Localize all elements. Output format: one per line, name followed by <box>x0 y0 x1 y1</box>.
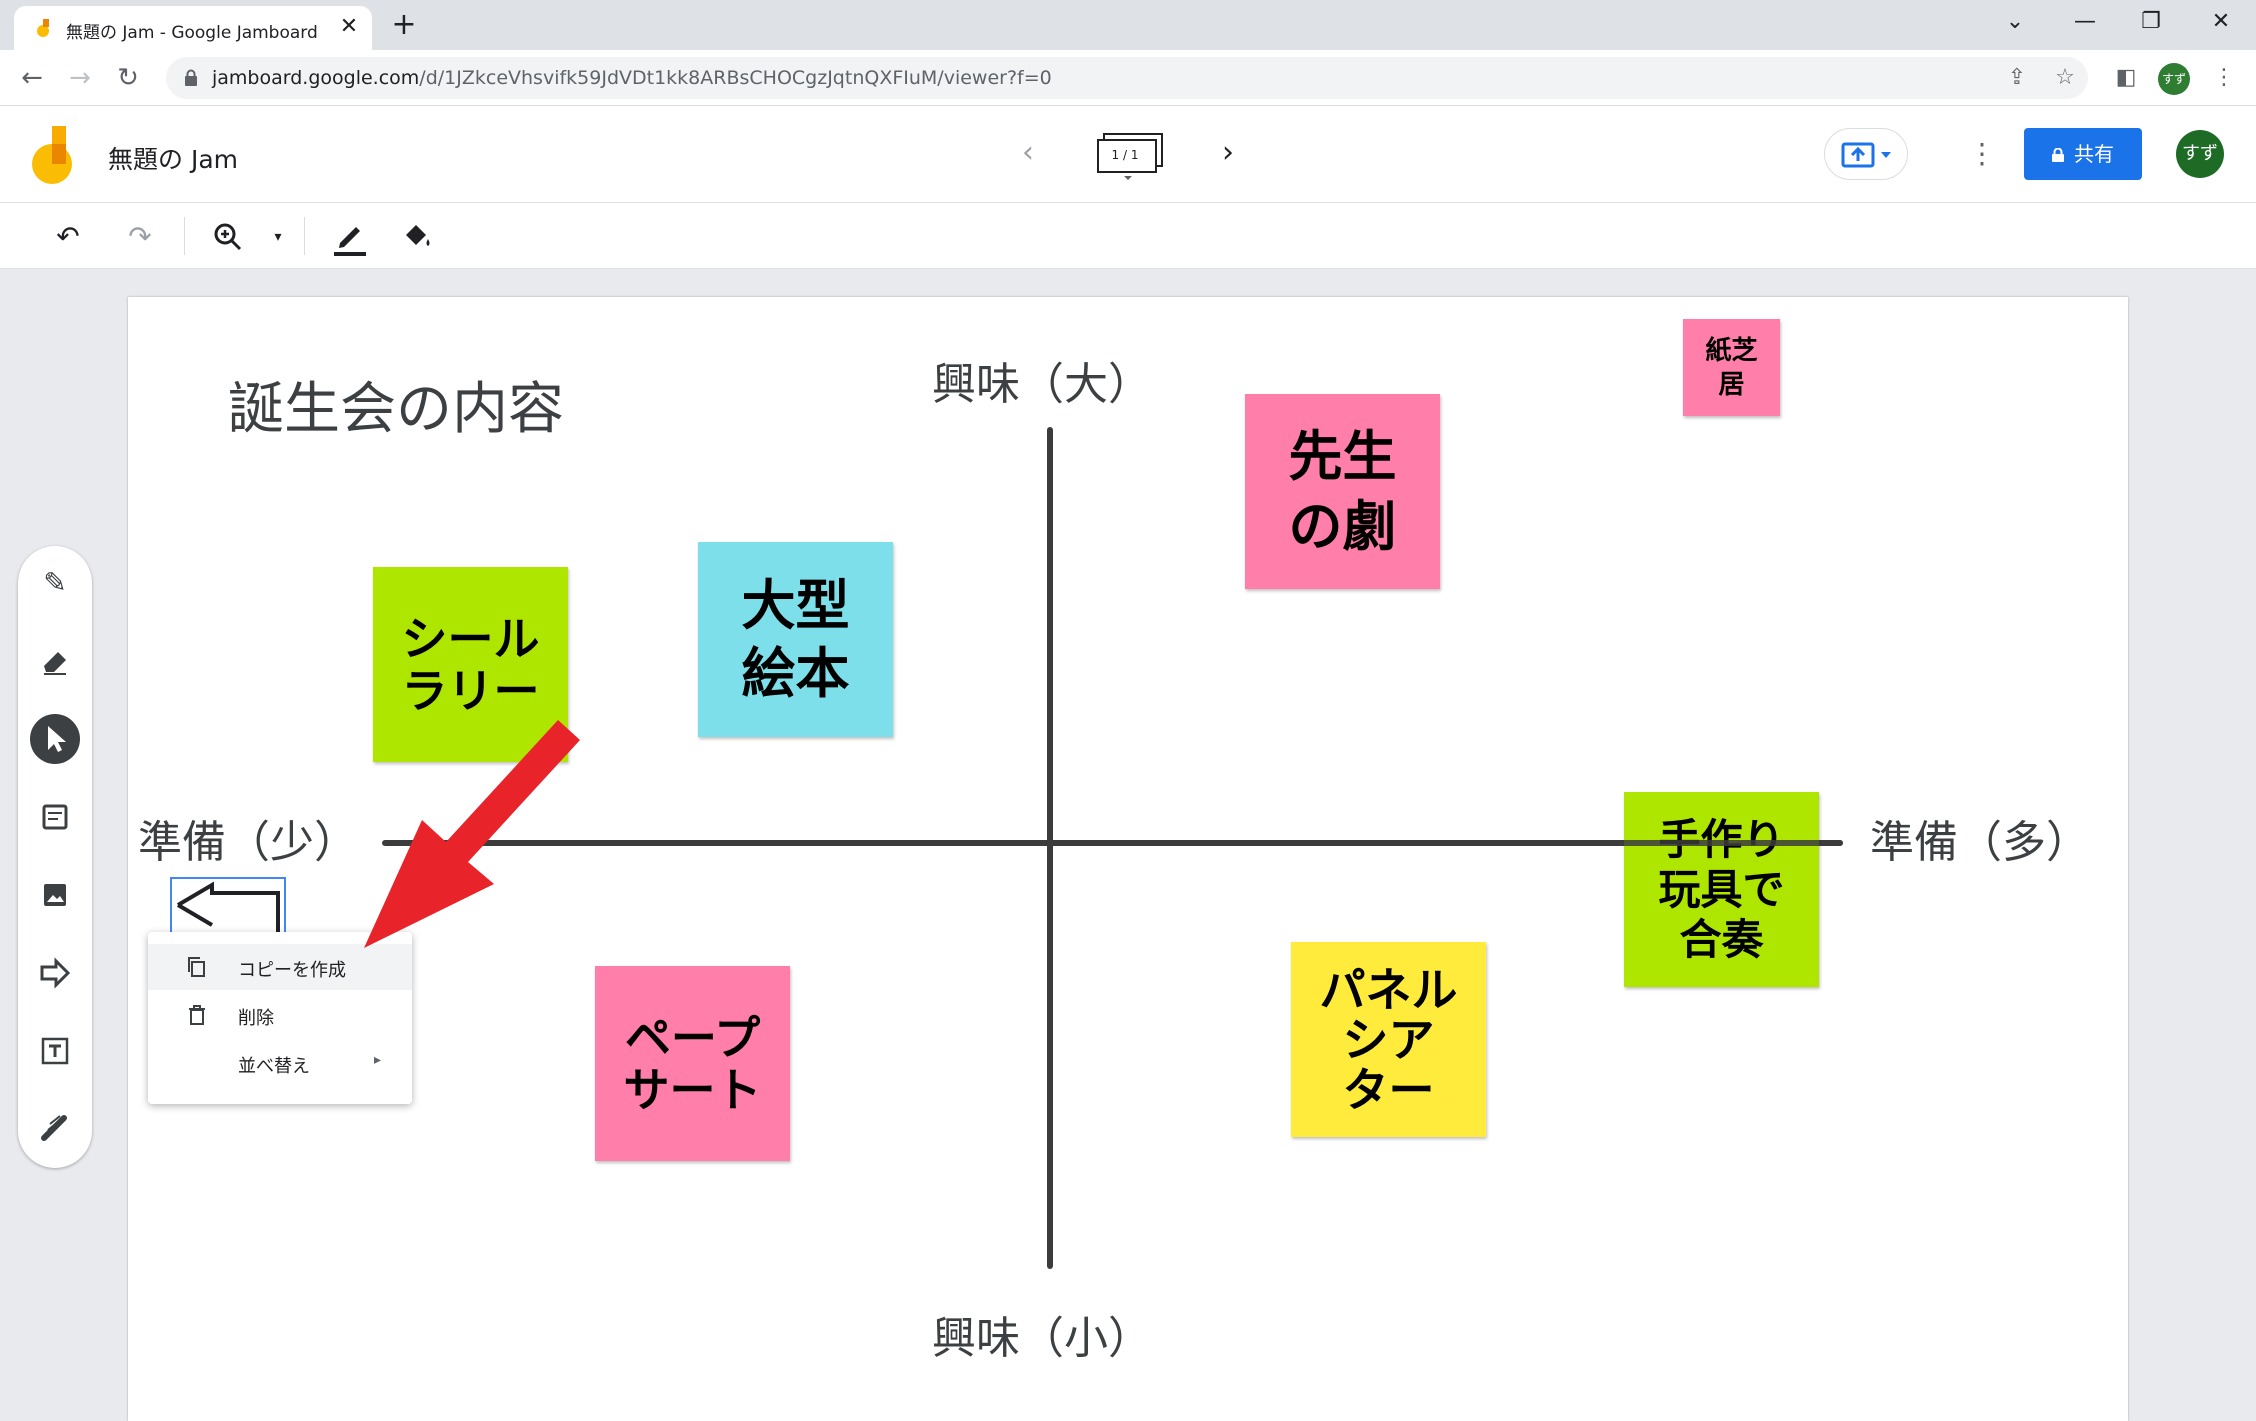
sticky-note-paper-puppet[interactable]: ペープ サート <box>595 966 790 1161</box>
menu-item-delete[interactable]: 削除 <box>148 992 412 1038</box>
sticky-note-tool-icon[interactable] <box>30 792 80 842</box>
tool-rail: ✎ <box>18 546 92 1168</box>
sticky-note-text: ペープ サート <box>623 1010 762 1117</box>
left-arrow-shape-icon <box>176 881 280 935</box>
axis-label-left[interactable]: 準備（少） <box>138 806 358 870</box>
axis-overlay <box>1600 840 1843 846</box>
shape-tool-icon[interactable] <box>30 948 80 998</box>
sticky-note-panel-theater[interactable]: パネル シア ター <box>1291 942 1486 1137</box>
sticky-note-kamishibai[interactable]: 紙芝居 <box>1683 319 1780 416</box>
arrow-shape-icon <box>40 957 71 989</box>
pen-tool-icon[interactable]: ✎ <box>30 558 80 608</box>
sticky-note-text: パネル シア ター <box>1319 962 1458 1117</box>
sticky-note-picture-book[interactable]: 大型 絵本 <box>698 542 893 737</box>
quadrant-axes <box>382 427 1843 1269</box>
axis-label-bottom[interactable]: 興味（小） <box>932 1302 1152 1366</box>
sticky-note-text: 紙芝居 <box>1705 335 1758 400</box>
board-title[interactable]: 誕生会の内容 <box>228 364 564 445</box>
sticky-note-text: 大型 絵本 <box>741 573 850 705</box>
note-icon <box>42 804 68 830</box>
cursor-icon <box>48 726 66 752</box>
menu-item-order[interactable]: 並べ替え ▸ <box>148 1040 412 1086</box>
text-box-icon <box>41 1037 69 1065</box>
submenu-arrow-icon: ▸ <box>374 1052 382 1068</box>
eraser-tool-icon[interactable] <box>30 636 80 686</box>
selected-arrow-shape[interactable] <box>170 877 286 937</box>
image-tool-icon[interactable] <box>30 870 80 920</box>
sticky-note-text: シール ラリー <box>401 611 540 718</box>
sticky-note-teacher-play[interactable]: 先生 の劇 <box>1245 394 1440 589</box>
sticky-note-handmade-toys[interactable]: 手作り 玩具で 合奏 <box>1624 792 1819 987</box>
eraser-icon <box>44 652 66 675</box>
red-annotation-arrow <box>364 720 580 948</box>
laser-pointer-icon <box>41 1115 67 1141</box>
textbox-tool-icon[interactable] <box>30 1026 80 1076</box>
select-tool-icon[interactable] <box>30 714 80 764</box>
axis-label-right[interactable]: 準備（多） <box>1870 806 2090 870</box>
sticky-note-text: 先生 の劇 <box>1288 424 1397 558</box>
laser-tool-icon[interactable] <box>30 1104 80 1154</box>
copy-icon <box>188 957 205 977</box>
image-icon <box>44 884 66 906</box>
axis-label-top[interactable]: 興味（大） <box>932 348 1152 412</box>
trash-icon <box>189 1005 205 1025</box>
